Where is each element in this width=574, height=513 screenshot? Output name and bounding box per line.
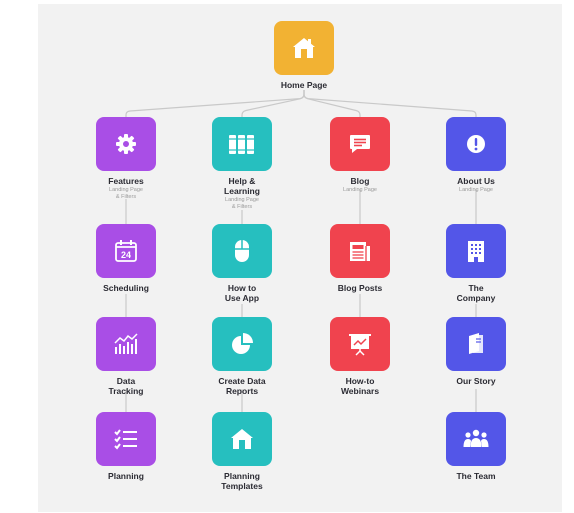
node-create-data-reports[interactable]: Create Data Reports xyxy=(182,317,302,396)
node-blog-posts[interactable]: Blog Posts xyxy=(300,224,420,293)
templates-tile[interactable] xyxy=(212,412,272,466)
planning-tile[interactable] xyxy=(96,412,156,466)
books-icon xyxy=(229,135,254,154)
node-the-team[interactable]: The Team xyxy=(416,412,536,481)
checklist-icon xyxy=(114,429,137,450)
blog-tile[interactable] xyxy=(330,117,390,171)
how-to-tile[interactable] xyxy=(212,224,272,278)
team-tile[interactable] xyxy=(446,412,506,466)
node-label: Create Data Reports xyxy=(218,376,266,396)
node-data-tracking[interactable]: Data Tracking xyxy=(66,317,186,396)
node-home-page[interactable]: Home Page xyxy=(244,21,364,90)
node-blog[interactable]: Blog Landing Page xyxy=(300,117,420,194)
node-scheduling[interactable]: 24 Scheduling xyxy=(66,224,186,293)
node-label: Scheduling xyxy=(103,283,149,293)
chat-icon xyxy=(350,135,370,153)
node-label: Blog xyxy=(350,176,370,186)
node-label: Planning xyxy=(108,471,144,481)
company-tile[interactable] xyxy=(446,224,506,278)
mouse-icon xyxy=(235,240,249,262)
our-story-tile[interactable] xyxy=(446,317,506,371)
connector-home-help xyxy=(241,90,305,117)
newspaper-icon xyxy=(350,242,370,261)
help-learning-tile[interactable] xyxy=(212,117,272,171)
node-label: Help & Learning xyxy=(224,176,260,196)
house-icon xyxy=(231,429,253,449)
pie-chart-icon xyxy=(232,333,253,354)
node-sublabel: Landing Page xyxy=(459,187,493,193)
node-how-to-use-app[interactable]: How to Use App xyxy=(182,224,302,303)
home-icon xyxy=(293,38,315,58)
node-label: The Company xyxy=(456,283,496,303)
data-tracking-tile[interactable] xyxy=(96,317,156,371)
gear-icon xyxy=(116,134,136,154)
node-sublabel: Landing Page & Filters xyxy=(109,187,143,200)
scheduling-tile[interactable]: 24 xyxy=(96,224,156,278)
blog-posts-tile[interactable] xyxy=(330,224,390,278)
node-planning[interactable]: Planning xyxy=(66,412,186,481)
connector-home-blog xyxy=(303,90,361,117)
sitemap-canvas: Home Page Features Landing Page & Filter… xyxy=(38,4,562,512)
node-sublabel: Landing Page & Filters xyxy=(225,197,259,210)
node-the-company[interactable]: The Company xyxy=(416,224,536,303)
about-us-tile[interactable] xyxy=(446,117,506,171)
webinars-tile[interactable] xyxy=(330,317,390,371)
building-icon xyxy=(468,241,484,262)
calendar-icon: 24 xyxy=(115,240,137,262)
node-about-us[interactable]: About Us Landing Page xyxy=(416,117,536,194)
node-planning-templates[interactable]: Planning Templates xyxy=(182,412,302,491)
node-label: How to Use App xyxy=(224,283,260,303)
home-tile[interactable] xyxy=(274,21,334,75)
calendar-day: 24 xyxy=(121,250,131,260)
book-icon xyxy=(469,333,483,354)
node-label: Blog Posts xyxy=(337,283,383,293)
node-features[interactable]: Features Landing Page & Filters xyxy=(66,117,186,200)
team-icon xyxy=(463,429,489,447)
node-label: Data Tracking xyxy=(108,376,144,396)
node-how-to-webinars[interactable]: How-to Webinars xyxy=(300,317,420,396)
node-our-story[interactable]: Our Story xyxy=(416,317,536,386)
node-label: Features xyxy=(108,176,144,186)
node-label: Home Page xyxy=(280,80,328,90)
info-icon xyxy=(467,135,485,153)
node-help-learning[interactable]: Help & Learning Landing Page & Filters xyxy=(182,117,302,210)
node-label: Our Story xyxy=(456,376,496,386)
node-label: How-to Webinars xyxy=(340,376,380,396)
bar-chart-icon xyxy=(114,333,138,354)
features-tile[interactable] xyxy=(96,117,156,171)
reports-tile[interactable] xyxy=(212,317,272,371)
node-label: The Team xyxy=(456,471,496,481)
presentation-icon xyxy=(349,334,371,356)
node-sublabel: Landing Page xyxy=(343,187,377,193)
node-label: Planning Templates xyxy=(221,471,263,491)
node-label: About Us xyxy=(457,176,495,186)
